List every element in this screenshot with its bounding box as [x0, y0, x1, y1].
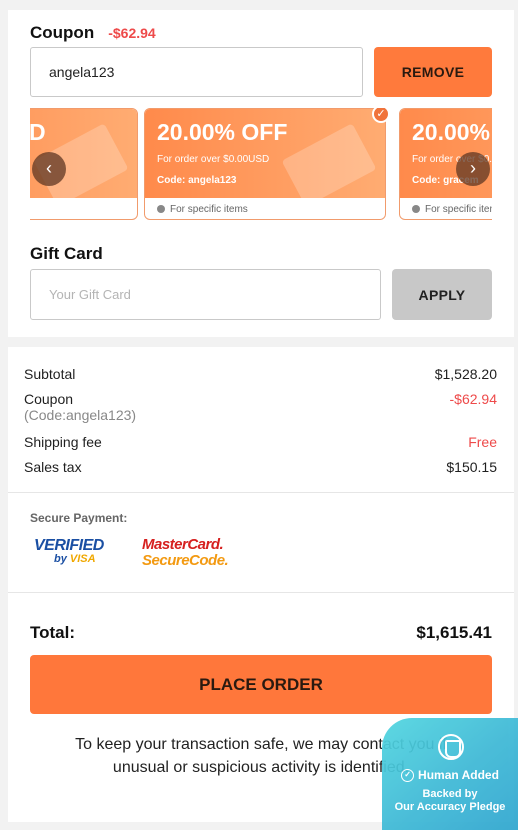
info-icon	[412, 205, 420, 213]
tax-value: $150.15	[446, 459, 497, 475]
remove-coupon-button[interactable]: REMOVE	[374, 47, 492, 97]
gift-card-input[interactable]: Your Gift Card	[30, 269, 381, 320]
coupon-card-note: For specific items	[425, 203, 492, 215]
shield-icon	[438, 734, 464, 760]
coupon-header: Coupon -$62.94	[30, 23, 156, 43]
badge-subtitle: Backed by	[422, 788, 478, 800]
secure-payment-label: Secure Payment:	[30, 511, 128, 525]
coupon-code-note: (Code:angela123)	[24, 407, 137, 423]
total-value: $1,615.41	[416, 623, 492, 642]
coupon-carousel: D 20.00% OFF For order over $0.00USD Cod…	[30, 108, 492, 222]
subtotal-label: Subtotal	[24, 366, 76, 382]
carousel-next-arrow[interactable]: ›	[456, 152, 490, 186]
coupon-card-selected[interactable]: 20.00% OFF For order over $0.00USD Code:…	[144, 108, 386, 220]
shipping-label: Shipping fee	[24, 434, 102, 450]
coupon-card-description: For order over $0.00USD	[157, 154, 270, 165]
divider	[8, 492, 514, 493]
coupon-card-code: Code: angela123	[157, 175, 237, 186]
coupon-card-off: D	[30, 119, 46, 145]
coupon-input[interactable]: angela123	[30, 47, 363, 97]
gift-card-title: Gift Card	[30, 244, 103, 263]
badge-pledge: Our Accuracy Pledge	[394, 801, 506, 813]
coupon-card-off: 20.00% OFF	[412, 119, 492, 145]
subtotal-row: Subtotal $1,528.20	[24, 366, 497, 382]
subtotal-value: $1,528.20	[434, 366, 497, 382]
tax-label: Sales tax	[24, 459, 82, 475]
verified-by-visa-logo: VERIFIED by VISA	[34, 537, 104, 565]
coupon-card-note: For specific items	[170, 203, 248, 215]
mastercard-securecode-logo: MasterCard. SecureCode.	[142, 536, 229, 569]
coupon-title: Coupon	[30, 23, 95, 42]
coupon-row-value: -$62.94	[449, 391, 497, 407]
shipping-value: Free	[468, 434, 497, 450]
coupon-row: Coupon (Code:angela123) -$62.94	[24, 391, 497, 423]
coupon-card-off: 20.00% OFF	[157, 119, 288, 145]
check-icon: ✓	[372, 108, 390, 123]
accuracy-pledge-badge[interactable]: ✓ Human Added Backed by Our Accuracy Ple…	[382, 718, 518, 830]
info-icon	[157, 205, 165, 213]
shipping-row: Shipping fee Free	[24, 434, 497, 450]
apply-gift-card-button[interactable]: APPLY	[392, 269, 492, 320]
divider	[8, 592, 514, 593]
total-label: Total:	[30, 623, 76, 642]
coupon-discount: -$62.94	[108, 25, 156, 41]
tax-row: Sales tax $150.15	[24, 459, 497, 475]
badge-title: Human Added	[418, 768, 499, 782]
place-order-button[interactable]: PLACE ORDER	[30, 655, 492, 714]
check-circle-icon: ✓	[401, 768, 415, 782]
carousel-prev-arrow[interactable]: ‹	[32, 152, 66, 186]
coupon-row-label: Coupon	[24, 391, 74, 407]
coupon-section: Coupon -$62.94 angela123 REMOVE D 20.00%…	[8, 10, 514, 337]
